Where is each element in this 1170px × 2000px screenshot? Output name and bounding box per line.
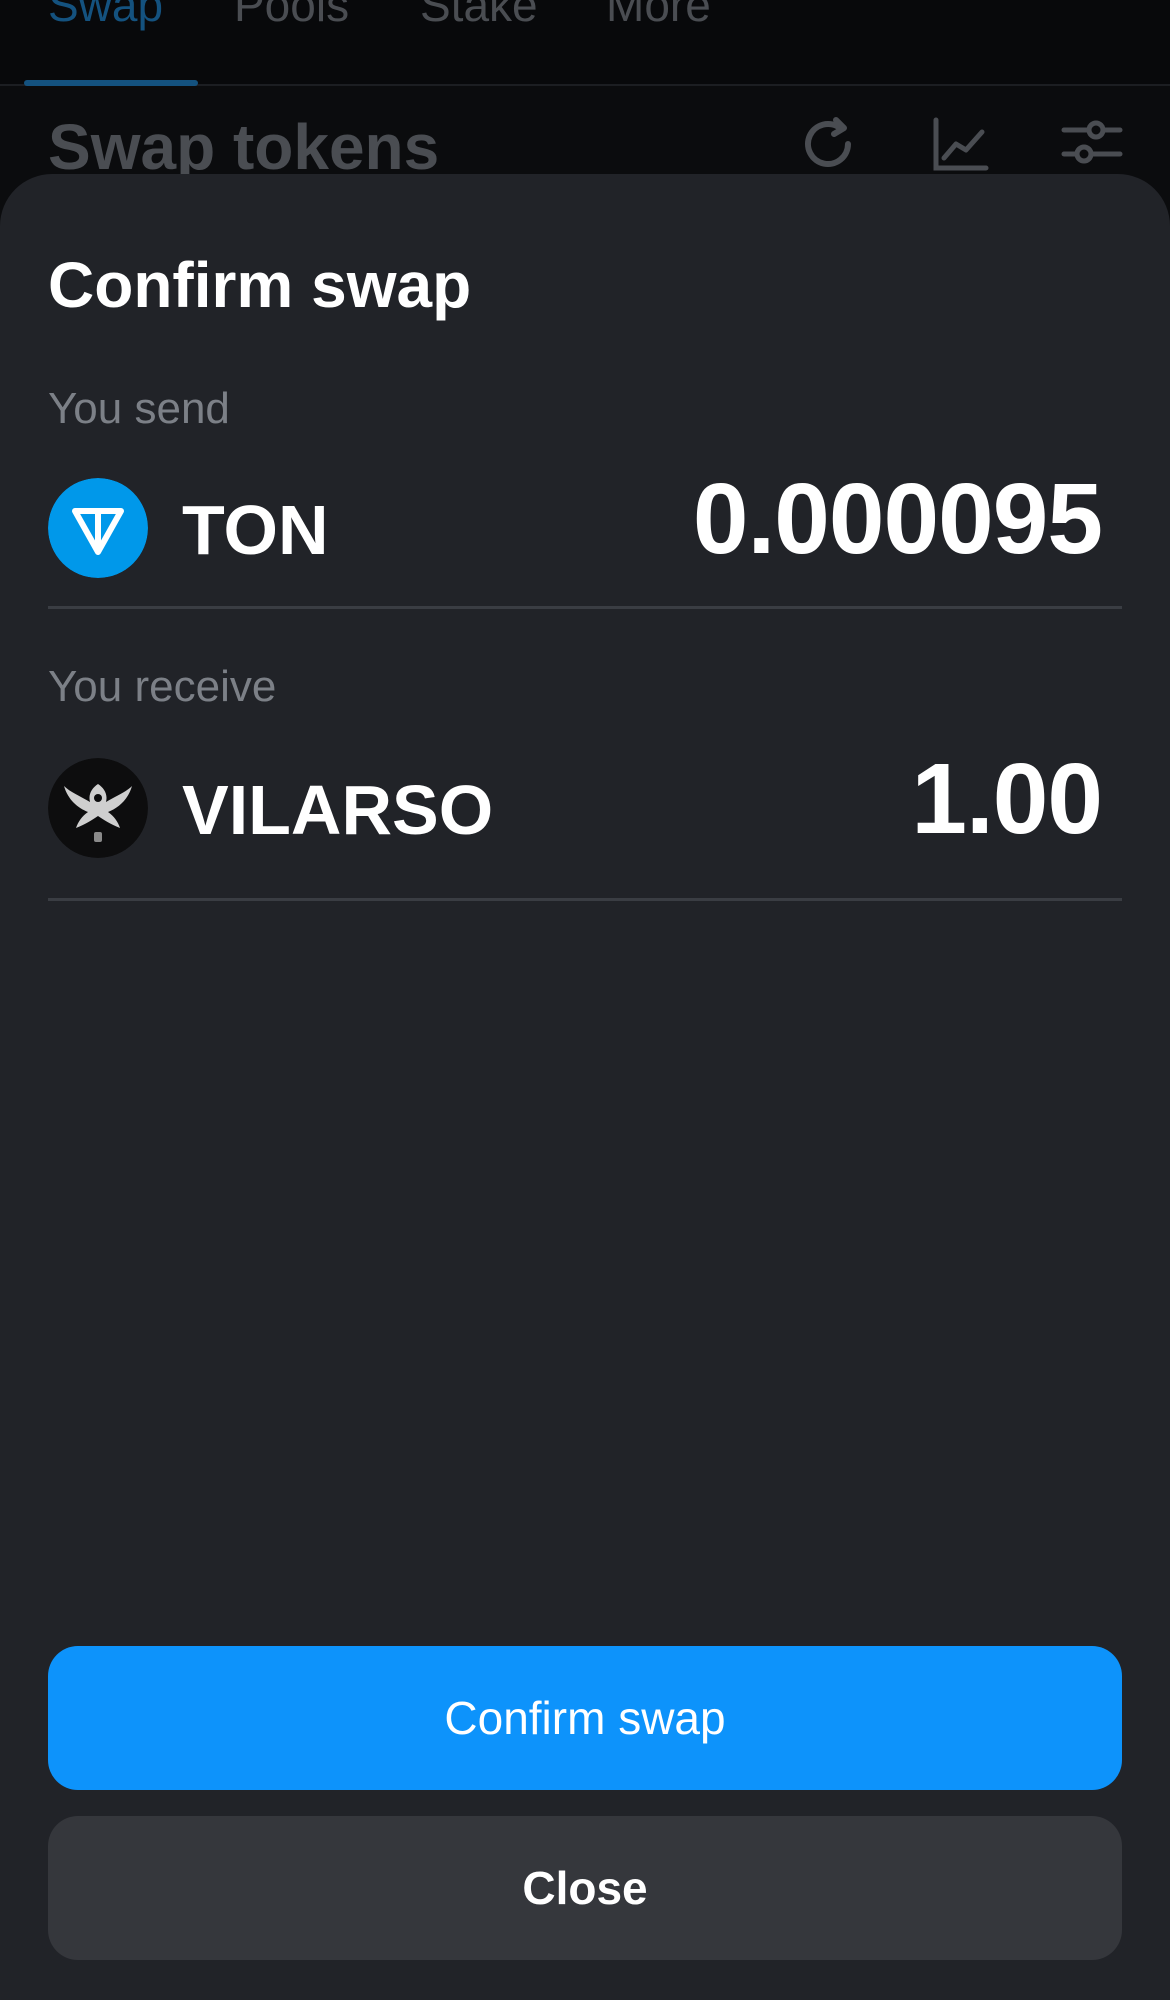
- active-tab-indicator: [24, 80, 198, 86]
- sheet-title: Confirm swap: [48, 249, 472, 321]
- vilarso-token-icon: [48, 758, 148, 858]
- page-title: Swap tokens: [48, 111, 440, 183]
- ton-token-icon: [48, 478, 148, 578]
- send-amount: 0.000095: [692, 463, 1103, 575]
- receive-label: You receive: [48, 662, 277, 711]
- refresh-icon[interactable]: [796, 112, 860, 176]
- confirm-swap-sheet: Confirm swap You send TON 0.000095 You r…: [0, 174, 1170, 2000]
- settings-sliders-icon[interactable]: [1060, 112, 1124, 176]
- tab-pools[interactable]: Pools: [234, 0, 349, 32]
- tab-swap[interactable]: Swap: [48, 0, 163, 32]
- tab-stake[interactable]: Stake: [420, 0, 538, 32]
- receive-token-symbol: VILARSO: [182, 771, 494, 849]
- send-token-row: TON 0.000095: [48, 463, 1122, 588]
- send-label: You send: [48, 384, 230, 433]
- tab-more[interactable]: More: [606, 0, 711, 32]
- receive-token-row: VILARSO 1.00: [48, 743, 1122, 868]
- receive-divider: [48, 898, 1122, 901]
- top-tab-bar: Swap Pools Stake More: [0, 0, 1170, 86]
- app-screen: Swap Pools Stake More Swap tokens Confir…: [0, 0, 1170, 2000]
- receive-amount: 1.00: [911, 743, 1103, 855]
- confirm-swap-button[interactable]: Confirm swap: [48, 1646, 1122, 1790]
- send-token-symbol: TON: [182, 491, 329, 569]
- send-divider: [48, 606, 1122, 609]
- chart-icon[interactable]: [928, 112, 992, 176]
- close-button[interactable]: Close: [48, 1816, 1122, 1960]
